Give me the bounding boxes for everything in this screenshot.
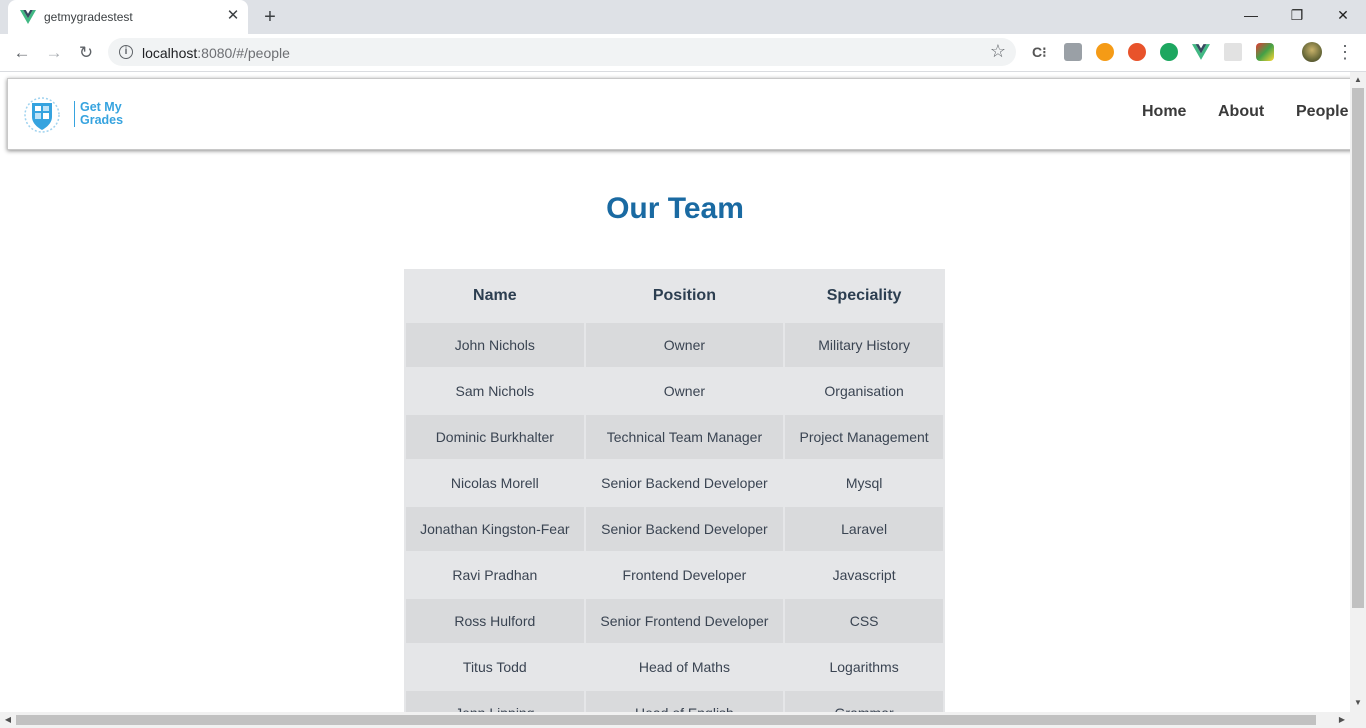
- site-header: Get My Grades Home About People: [7, 78, 1350, 150]
- cell-position: Senior Backend Developer: [585, 507, 784, 551]
- nav-about[interactable]: About: [1218, 103, 1264, 121]
- address-bar[interactable]: i localhost:8080/#/people ☆: [108, 38, 1016, 66]
- tab-title: getmygradestest: [44, 10, 133, 24]
- cell-position: Senior Frontend Developer: [585, 599, 784, 643]
- page-title: Our Team: [606, 192, 744, 225]
- extension-icon[interactable]: [1096, 43, 1114, 61]
- table-row: Ross Hulford Senior Frontend Developer C…: [406, 599, 943, 643]
- header-position: Position: [585, 271, 784, 321]
- page-viewport: Get My Grades Home About People Our Team…: [0, 72, 1350, 712]
- header-name: Name: [406, 271, 584, 321]
- cell-name: Ross Hulford: [406, 599, 584, 643]
- table-row: John Nichols Owner Military History: [406, 323, 943, 367]
- horizontal-scrollbar[interactable]: ◀ ▶: [0, 712, 1366, 728]
- extension-icon[interactable]: [1160, 43, 1178, 61]
- close-tab-icon[interactable]: ✕: [224, 7, 242, 25]
- table-row: Titus Todd Head of Maths Logarithms: [406, 645, 943, 689]
- cell-name: Sam Nichols: [406, 369, 584, 413]
- cell-position: Frontend Developer: [585, 553, 784, 597]
- cell-speciality: Logarithms: [785, 645, 943, 689]
- browser-tab[interactable]: getmygradestest ✕: [8, 0, 248, 34]
- cell-position: Technical Team Manager: [585, 415, 784, 459]
- scroll-right-icon[interactable]: ▶: [1337, 715, 1347, 725]
- more-menu-icon[interactable]: ⋮: [1336, 41, 1354, 63]
- nav-people[interactable]: People: [1296, 103, 1348, 121]
- profile-avatar[interactable]: [1302, 42, 1322, 62]
- table-row: Dominic Burkhalter Technical Team Manage…: [406, 415, 943, 459]
- cell-speciality: Organisation: [785, 369, 943, 413]
- cell-speciality: Mysql: [785, 461, 943, 505]
- extension-icon[interactable]: [1224, 43, 1242, 61]
- extension-icon[interactable]: [1128, 43, 1146, 61]
- table-row: Sam Nichols Owner Organisation: [406, 369, 943, 413]
- cell-speciality: Project Management: [785, 415, 943, 459]
- cell-speciality: CSS: [785, 599, 943, 643]
- new-tab-button[interactable]: +: [260, 6, 280, 28]
- vertical-scroll-thumb[interactable]: [1352, 88, 1364, 608]
- cell-name: Jonathan Kingston-Fear: [406, 507, 584, 551]
- scroll-up-icon[interactable]: ▲: [1353, 75, 1363, 85]
- header-speciality: Speciality: [785, 271, 943, 321]
- cell-position: Owner: [585, 369, 784, 413]
- cell-name: Jenn Lipping: [406, 691, 584, 712]
- back-icon[interactable]: ←: [10, 42, 34, 64]
- vertical-scrollbar[interactable]: ▲ ▼: [1350, 72, 1366, 712]
- cell-speciality: Javascript: [785, 553, 943, 597]
- shield-logo-icon: [24, 97, 60, 133]
- info-icon[interactable]: i: [119, 45, 133, 59]
- cell-name: Titus Todd: [406, 645, 584, 689]
- table-header-row: Name Position Speciality: [406, 271, 943, 321]
- browser-tab-bar: getmygradestest ✕ + — ❐ ✕: [0, 0, 1366, 34]
- browser-toolbar: ← → ↻ i localhost:8080/#/people ☆ C⁝ ⋮: [0, 34, 1366, 72]
- cell-name: Dominic Burkhalter: [406, 415, 584, 459]
- extension-icon[interactable]: C⁝: [1032, 44, 1050, 62]
- extension-icon[interactable]: [1256, 43, 1274, 61]
- table-row: Nicolas Morell Senior Backend Developer …: [406, 461, 943, 505]
- logo-text: Get My Grades: [74, 101, 123, 127]
- cell-position: Head of Maths: [585, 645, 784, 689]
- cell-speciality: Laravel: [785, 507, 943, 551]
- cell-position: Owner: [585, 323, 784, 367]
- url-text[interactable]: localhost:8080/#/people: [142, 45, 290, 61]
- cell-name: Nicolas Morell: [406, 461, 584, 505]
- restore-icon[interactable]: ❐: [1274, 0, 1320, 30]
- team-table: Name Position Speciality John Nichols Ow…: [404, 269, 945, 712]
- reload-icon[interactable]: ↻: [74, 42, 98, 64]
- close-window-icon[interactable]: ✕: [1320, 0, 1366, 30]
- minimize-icon[interactable]: —: [1228, 0, 1274, 30]
- vue-icon: [20, 10, 36, 24]
- cell-name: John Nichols: [406, 323, 584, 367]
- table-row: Ravi Pradhan Frontend Developer Javascri…: [406, 553, 943, 597]
- cell-name: Ravi Pradhan: [406, 553, 584, 597]
- horizontal-scroll-thumb[interactable]: [16, 715, 1316, 725]
- forward-icon[interactable]: →: [42, 42, 66, 64]
- cell-speciality: Grammar: [785, 691, 943, 712]
- site-logo[interactable]: Get My Grades: [24, 95, 124, 135]
- nav-home[interactable]: Home: [1142, 103, 1186, 121]
- vue-devtools-icon[interactable]: [1192, 43, 1210, 61]
- cell-position: Senior Backend Developer: [585, 461, 784, 505]
- cell-speciality: Military History: [785, 323, 943, 367]
- table-row: Jenn Lipping Head of English Grammar: [406, 691, 943, 712]
- extension-icon[interactable]: [1064, 43, 1082, 61]
- scroll-left-icon[interactable]: ◀: [3, 715, 13, 725]
- bookmark-star-icon[interactable]: ☆: [990, 41, 1006, 62]
- scroll-down-icon[interactable]: ▼: [1353, 698, 1363, 708]
- table-row: Jonathan Kingston-Fear Senior Backend De…: [406, 507, 943, 551]
- cell-position: Head of English: [585, 691, 784, 712]
- table-body: John Nichols Owner Military History Sam …: [406, 323, 943, 712]
